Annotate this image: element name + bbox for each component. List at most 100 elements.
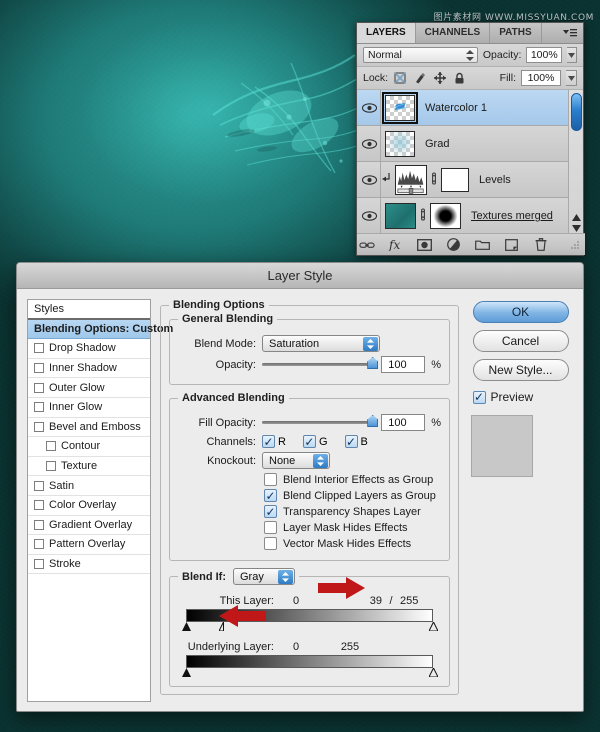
sidebar-item-bevel-and-emboss[interactable]: Bevel and Emboss [28,418,150,438]
checkbox-icon[interactable] [34,539,44,549]
fill-opacity-input[interactable]: 100 [381,414,425,431]
this-layer-black-stop-left[interactable] [182,622,191,631]
checkbox-icon[interactable] [34,559,44,569]
checkbox-icon[interactable] [264,473,277,486]
new-adjustment-layer-icon[interactable] [446,238,462,252]
checkbox-checked-icon[interactable]: ✓ [345,435,358,448]
checkbox-icon[interactable] [46,461,56,471]
new-layer-icon[interactable] [504,238,520,252]
tab-layers[interactable]: LAYERS [357,23,416,43]
styles-list-header[interactable]: Styles [28,300,150,320]
checkbox-icon[interactable] [46,441,56,451]
checkbox-icon[interactable] [34,363,44,373]
checkbox-icon[interactable] [34,383,44,393]
sidebar-item-outer-glow[interactable]: Outer Glow [28,378,150,398]
checkbox-icon[interactable] [34,500,44,510]
levels-adjustment-thumbnail[interactable] [395,165,427,195]
scroll-up-arrow-icon[interactable] [571,212,582,223]
mask-link-icon[interactable] [430,172,438,188]
blend-if-channel-select[interactable]: Gray [233,568,295,585]
eye-icon[interactable] [359,90,381,125]
checkbox-icon[interactable] [264,537,277,550]
eye-icon[interactable] [359,198,381,234]
knockout-select[interactable]: None [262,452,330,469]
option-vector-mask-hides-effects[interactable]: Vector Mask Hides Effects [264,537,441,550]
checkbox-icon[interactable] [34,402,44,412]
fill-dropdown-icon[interactable] [566,70,577,86]
channel-g[interactable]: ✓ G [303,435,328,448]
checkbox-icon[interactable] [34,520,44,530]
option-transparency-shapes-layer[interactable]: ✓ Transparency Shapes Layer [264,505,441,518]
sidebar-item-satin[interactable]: Satin [28,476,150,496]
sidebar-item-contour[interactable]: Contour [28,437,150,457]
add-layer-mask-icon[interactable] [417,238,433,252]
panel-menu-icon[interactable] [562,27,578,39]
panel-resize-grip-icon[interactable] [568,238,584,252]
fill-opacity-slider[interactable] [262,421,373,424]
eye-icon[interactable] [359,162,381,197]
layer-list[interactable]: Watercolor 1 Grad [357,90,570,235]
table-row[interactable]: Textures merged [357,198,570,234]
underlying-layer-black-stop[interactable] [182,668,191,677]
mask-link-icon[interactable] [419,208,427,224]
fill-opacity-slider-knob[interactable] [367,415,378,427]
layer-thumbnail[interactable] [385,131,415,157]
scrollbar-thumb[interactable] [571,93,582,131]
delete-layer-icon[interactable] [533,238,549,252]
option-layer-mask-hides-effects[interactable]: Layer Mask Hides Effects [264,521,441,534]
checkbox-checked-icon[interactable]: ✓ [262,435,275,448]
sidebar-item-stroke[interactable]: Stroke [28,555,150,575]
checkbox-icon[interactable] [264,521,277,534]
styles-list[interactable]: Styles Blending Options: Custom Drop Sha… [27,299,151,702]
cancel-button[interactable]: Cancel [473,330,569,352]
checkbox-icon[interactable] [34,481,44,491]
this-layer-white-stop[interactable] [429,622,438,631]
tab-channels[interactable]: CHANNELS [416,23,491,43]
link-layers-icon[interactable] [359,238,375,252]
layers-opacity-value[interactable]: 100% [526,47,562,63]
layer-thumbnail[interactable] [385,203,416,229]
opacity-dropdown-icon[interactable] [567,47,577,63]
tab-paths[interactable]: PATHS [490,23,541,43]
option-blend-clipped-layers[interactable]: ✓ Blend Clipped Layers as Group [264,489,441,502]
this-layer-white-left-value[interactable]: 39 [318,595,382,607]
underlying-layer-ramp[interactable] [186,655,433,668]
lock-transparency-icon[interactable] [393,72,406,85]
sidebar-item-color-overlay[interactable]: Color Overlay [28,496,150,516]
channel-r[interactable]: ✓ R [262,435,286,448]
checkbox-checked-icon[interactable]: ✓ [264,489,277,502]
preview-checkbox-row[interactable]: ✓ Preview [473,390,569,404]
layers-panel-scrollbar[interactable] [568,90,582,235]
sidebar-item-blending-options[interactable]: Blending Options: Custom [28,320,150,340]
layers-blend-mode-select[interactable]: Normal [363,47,478,63]
checkbox-checked-icon[interactable]: ✓ [303,435,316,448]
this-layer-white-right-value[interactable]: 255 [400,595,430,607]
add-layer-style-icon[interactable]: fx [388,238,404,252]
underlying-layer-white-value[interactable]: 255 [318,641,382,653]
blend-mode-select[interactable]: Saturation [262,335,380,352]
sidebar-item-inner-glow[interactable]: Inner Glow [28,398,150,418]
opacity-slider-knob[interactable] [367,357,378,369]
underlying-layer-white-stop[interactable] [429,668,438,677]
layers-fill-value[interactable]: 100% [521,70,561,86]
layer-mask-thumbnail[interactable] [430,203,461,229]
new-group-icon[interactable] [475,238,491,252]
dialog-titlebar[interactable]: Layer Style [17,263,583,289]
sidebar-item-gradient-overlay[interactable]: Gradient Overlay [28,516,150,536]
option-blend-interior-effects[interactable]: Blend Interior Effects as Group [264,473,441,486]
sidebar-item-pattern-overlay[interactable]: Pattern Overlay [28,535,150,555]
sidebar-item-drop-shadow[interactable]: Drop Shadow [28,339,150,359]
eye-icon[interactable] [359,126,381,161]
lock-all-icon[interactable] [453,72,466,85]
opacity-input[interactable]: 100 [381,356,425,373]
underlying-layer-black-value[interactable]: 0 [274,641,318,653]
opacity-slider[interactable] [262,363,373,366]
layer-mask-thumbnail[interactable] [441,168,469,192]
checkbox-icon[interactable] [34,343,44,353]
checkbox-icon[interactable] [34,422,44,432]
lock-image-icon[interactable] [413,72,426,85]
layer-thumbnail[interactable] [385,95,415,121]
sidebar-item-inner-shadow[interactable]: Inner Shadow [28,359,150,379]
new-style-button[interactable]: New Style... [473,359,569,381]
table-row[interactable]: Levels [357,162,570,198]
